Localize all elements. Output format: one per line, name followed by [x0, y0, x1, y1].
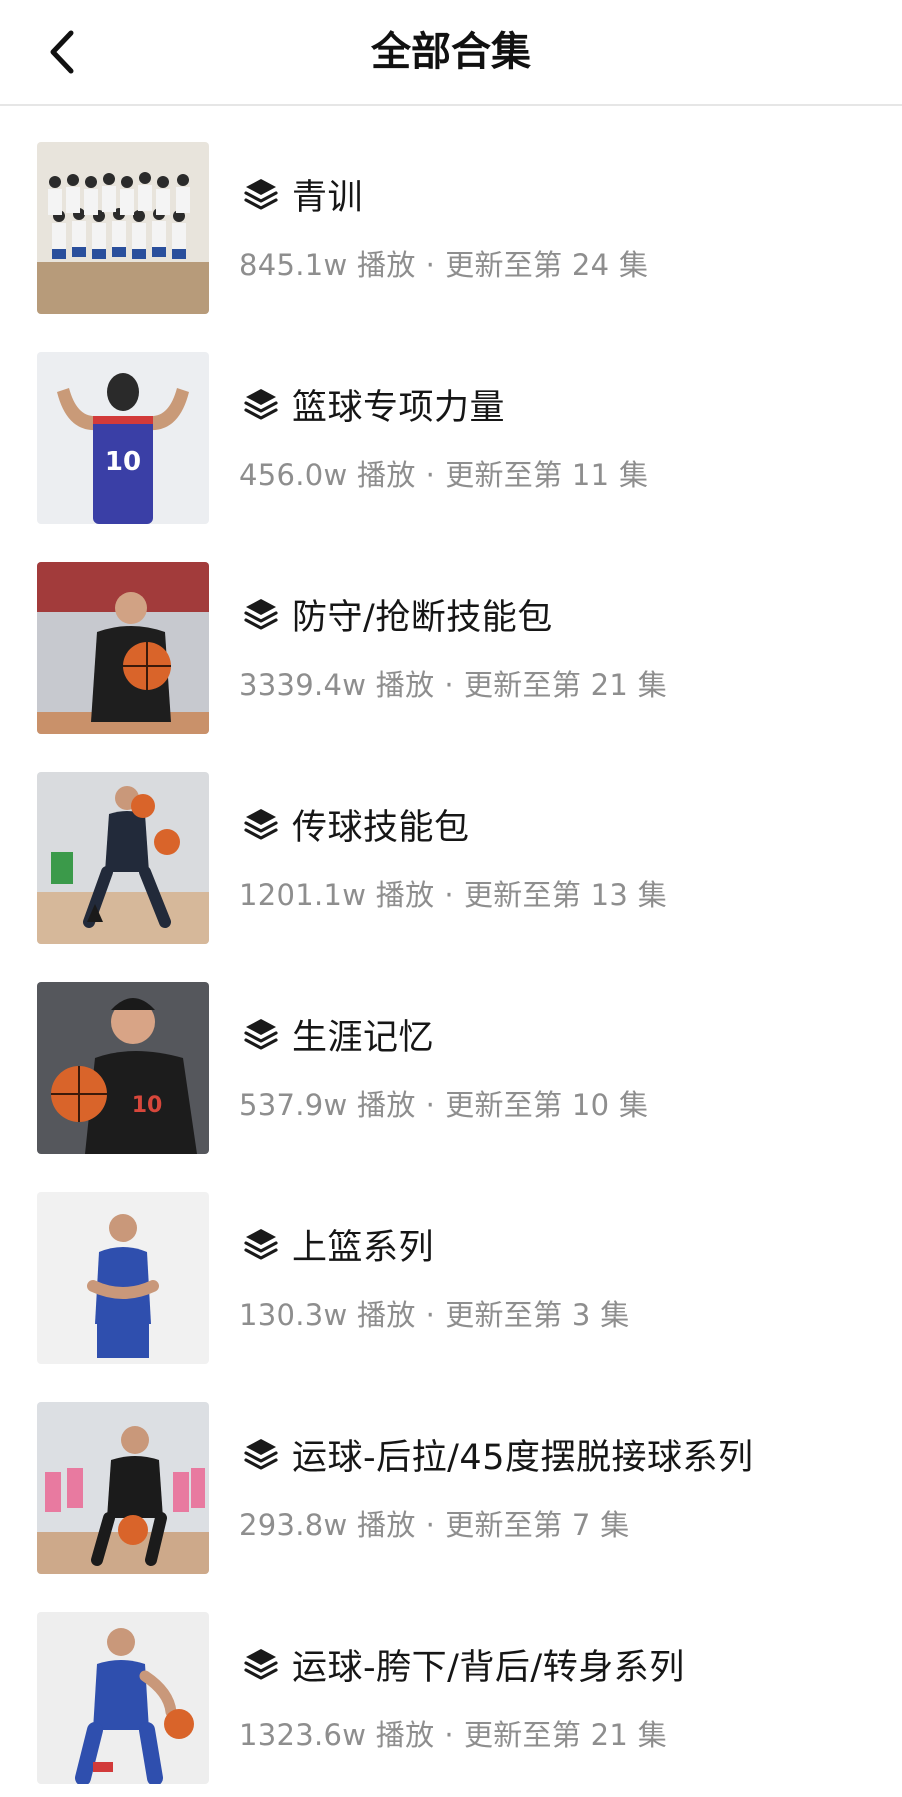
meta-separator: · — [425, 1508, 436, 1542]
collection-item-passing[interactable]: 传球技能包 1201.1w 播放 · 更新至第 13 集 — [0, 736, 902, 946]
collection-title-row: 青训 — [242, 168, 363, 220]
layers-stack-icon — [244, 1649, 278, 1680]
meta-separator: · — [425, 1088, 436, 1122]
layers-stack-icon — [244, 809, 278, 840]
play-count: 3339.4w 播放 — [239, 668, 435, 702]
collection-title: 上篮系列 — [292, 1227, 435, 1268]
layers-stack-icon — [244, 1019, 278, 1050]
collection-item-dribble-pullback[interactable]: 运球-后拉/45度摆脱接球系列 293.8w 播放 · 更新至第 7 集 — [0, 1366, 902, 1576]
episode-update: 更新至第 3 集 — [445, 1298, 630, 1332]
collection-meta: 1201.1w 播放 · 更新至第 13 集 — [239, 872, 667, 914]
collection-thumbnail — [37, 1192, 209, 1364]
collection-thumbnail — [37, 142, 209, 314]
svg-text:10: 10 — [132, 1093, 163, 1118]
meta-separator: · — [425, 248, 436, 282]
layers-stack-icon — [244, 179, 278, 210]
collection-title: 生涯记忆 — [292, 1017, 435, 1058]
collection-title-row: 生涯记忆 — [242, 1008, 434, 1060]
meta-separator: · — [425, 458, 436, 492]
collection-meta: 845.1w 播放 · 更新至第 24 集 — [239, 242, 648, 284]
collection-item-layup[interactable]: 上篮系列 130.3w 播放 · 更新至第 3 集 — [0, 1156, 902, 1366]
meta-separator: · — [444, 878, 454, 912]
collection-item-basketball-strength[interactable]: 10 篮球专项力量 456.0w 播放 · 更新至第 11 集 — [0, 316, 902, 526]
collection-meta: 537.9w 播放 · 更新至第 10 集 — [239, 1082, 648, 1124]
layers-stack-icon — [244, 599, 278, 630]
episode-update: 更新至第 24 集 — [445, 248, 649, 282]
episode-update: 更新至第 10 集 — [445, 1088, 649, 1122]
collection-title: 篮球专项力量 — [292, 387, 506, 428]
collection-thumbnail — [37, 772, 209, 944]
play-count: 130.3w 播放 — [239, 1298, 416, 1332]
collection-thumbnail — [37, 1402, 209, 1574]
collection-thumbnail: 10 — [37, 982, 209, 1154]
meta-separator: · — [425, 1298, 436, 1332]
collection-thumbnail — [37, 1612, 209, 1784]
collection-meta: 456.0w 播放 · 更新至第 11 集 — [239, 452, 648, 494]
collection-meta: 1323.6w 播放 · 更新至第 21 集 — [239, 1712, 667, 1754]
collection-title-row: 运球-后拉/45度摆脱接球系列 — [242, 1428, 753, 1480]
episode-update: 更新至第 11 集 — [445, 458, 649, 492]
collection-item-career-memories[interactable]: 10 生涯记忆 537.9w 播放 · 更新至第 10 集 — [0, 946, 902, 1156]
play-count: 845.1w 播放 — [239, 248, 416, 282]
episode-update: 更新至第 7 集 — [445, 1508, 630, 1542]
collection-title-row: 上篮系列 — [242, 1218, 434, 1270]
collection-item-youth-training[interactable]: 青训 845.1w 播放 · 更新至第 24 集 — [0, 106, 902, 316]
collection-title: 青训 — [292, 177, 364, 218]
episode-update: 更新至第 13 集 — [463, 878, 667, 912]
page-title: 全部合集 — [371, 29, 531, 75]
collection-meta: 3339.4w 播放 · 更新至第 21 集 — [239, 662, 667, 704]
collection-thumbnail — [37, 562, 209, 734]
collection-item-defense-steal[interactable]: 防守/抢断技能包 3339.4w 播放 · 更新至第 21 集 — [0, 526, 902, 736]
play-count: 1201.1w 播放 — [239, 878, 435, 912]
top-bar: 全部合集 — [0, 0, 902, 106]
layers-stack-icon — [244, 389, 278, 420]
play-count: 456.0w 播放 — [239, 458, 416, 492]
collection-thumbnail: 10 — [37, 352, 209, 524]
play-count: 537.9w 播放 — [239, 1088, 416, 1122]
layers-stack-icon — [244, 1439, 278, 1470]
collection-item-dribble-crossover[interactable]: 运球-胯下/背后/转身系列 1323.6w 播放 · 更新至第 21 集 — [0, 1576, 902, 1786]
collection-title-row: 传球技能包 — [242, 798, 470, 850]
layers-stack-icon — [244, 1229, 278, 1260]
collection-title: 运球-胯下/背后/转身系列 — [292, 1647, 685, 1688]
episode-update: 更新至第 21 集 — [463, 1718, 667, 1752]
collection-title: 防守/抢断技能包 — [292, 597, 553, 638]
collection-meta: 293.8w 播放 · 更新至第 7 集 — [239, 1502, 630, 1544]
collection-meta: 130.3w 播放 · 更新至第 3 集 — [239, 1292, 630, 1334]
play-count: 1323.6w 播放 — [239, 1718, 435, 1752]
meta-separator: · — [444, 668, 454, 702]
collection-title-row: 篮球专项力量 — [242, 378, 505, 430]
collection-title: 运球-后拉/45度摆脱接球系列 — [292, 1437, 754, 1478]
collection-title-row: 防守/抢断技能包 — [242, 588, 553, 640]
svg-text:10: 10 — [105, 447, 141, 477]
collection-title-row: 运球-胯下/背后/转身系列 — [242, 1638, 685, 1690]
collection-title: 传球技能包 — [292, 807, 470, 848]
play-count: 293.8w 播放 — [239, 1508, 416, 1542]
meta-separator: · — [444, 1718, 454, 1752]
episode-update: 更新至第 21 集 — [463, 668, 667, 702]
